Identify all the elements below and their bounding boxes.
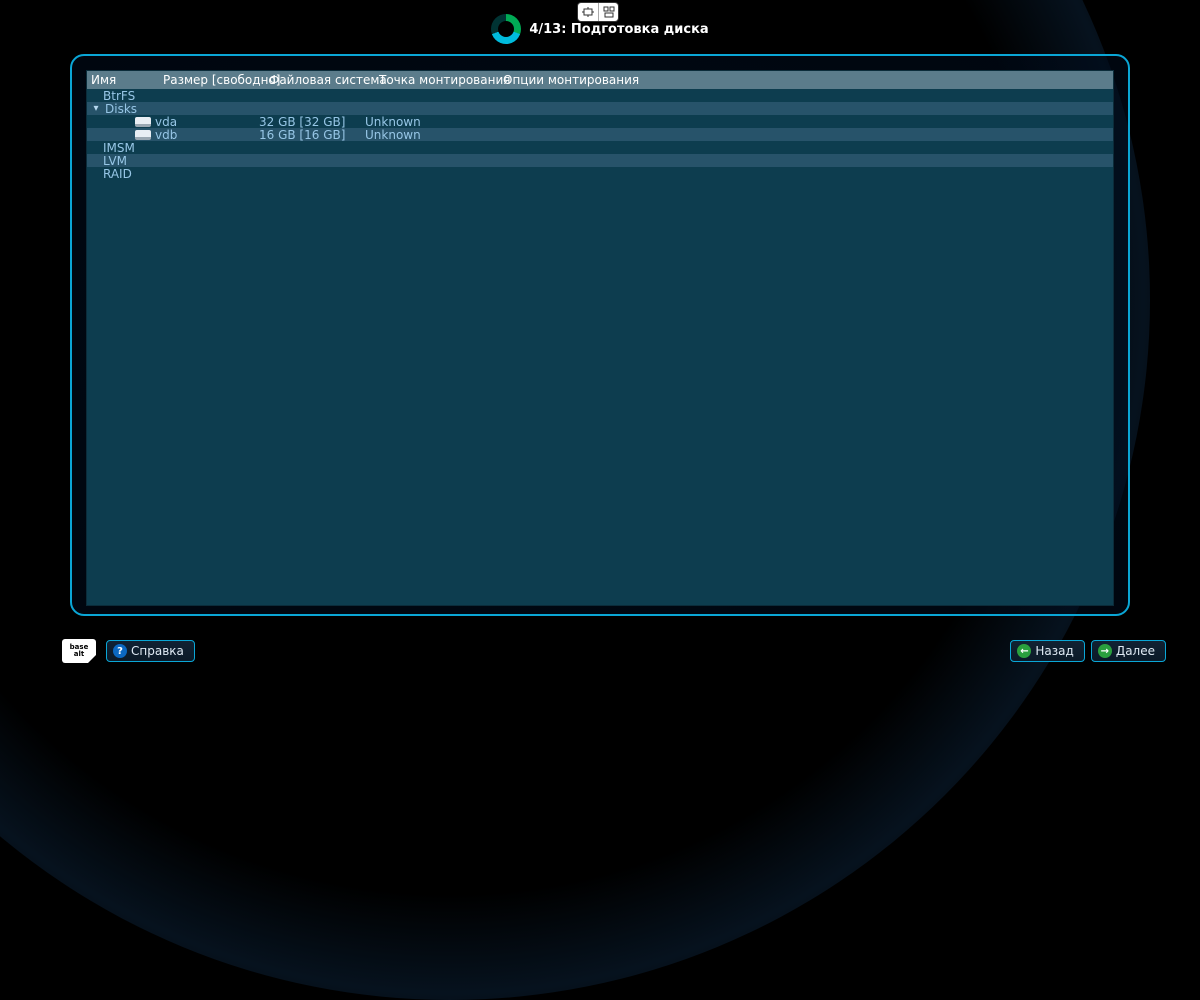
brand-logo: basealt <box>62 639 96 663</box>
raid-label: RAID <box>103 167 132 181</box>
footer: basealt ? Справка ← Назад → Далее <box>0 639 1200 663</box>
disk-icon <box>135 117 151 127</box>
help-label: Справка <box>131 644 184 658</box>
tree-rows: BtrFS ▾ Disks vda 32 GB [32 GB] Unknown <box>87 89 1113 180</box>
col-fs[interactable]: Файловая система <box>265 73 375 87</box>
main-panel: Имя Размер [свободно] Файловая система Т… <box>70 54 1130 616</box>
disk-fs: Unknown <box>365 128 475 142</box>
tree-row-raid[interactable]: RAID <box>87 167 1113 180</box>
back-button[interactable]: ← Назад <box>1010 640 1084 662</box>
disk-fs: Unknown <box>365 115 475 129</box>
tree-row-imsm[interactable]: IMSM <box>87 141 1113 154</box>
tree-header: Имя Размер [свободно] Файловая система Т… <box>87 71 1113 89</box>
lvm-label: LVM <box>103 154 127 168</box>
disk-size: 32 GB [32 GB] <box>259 115 365 129</box>
col-name[interactable]: Имя <box>87 73 159 87</box>
tree-row-disks[interactable]: ▾ Disks <box>87 102 1113 115</box>
btrfs-label: BtrFS <box>103 89 135 103</box>
col-mount-opts[interactable]: Опции монтирования <box>499 73 1113 87</box>
back-label: Назад <box>1035 644 1073 658</box>
imsm-label: IMSM <box>103 141 135 155</box>
disk-name: vda <box>155 115 177 129</box>
col-size[interactable]: Размер [свободно] <box>159 73 265 87</box>
next-label: Далее <box>1116 644 1155 658</box>
partition-tree[interactable]: Имя Размер [свободно] Файловая система Т… <box>86 70 1114 606</box>
help-icon: ? <box>113 644 127 658</box>
toolbox-icon-2[interactable] <box>598 3 618 21</box>
disk-size: 16 GB [16 GB] <box>259 128 365 142</box>
help-button[interactable]: ? Справка <box>106 640 195 662</box>
step-title: 4/13: Подготовка диска <box>529 22 708 37</box>
logo-icon <box>491 14 521 44</box>
disk-icon <box>135 130 151 140</box>
vm-toolbox <box>577 2 619 22</box>
arrow-left-icon: ← <box>1017 644 1031 658</box>
col-mount[interactable]: Точка монтирования <box>375 73 499 87</box>
arrow-right-icon: → <box>1098 644 1112 658</box>
tree-row-lvm[interactable]: LVM <box>87 154 1113 167</box>
disks-label: Disks <box>105 102 137 116</box>
tree-row-disk-vdb[interactable]: vdb 16 GB [16 GB] Unknown <box>87 128 1113 141</box>
chevron-down-icon[interactable]: ▾ <box>91 104 101 114</box>
next-button[interactable]: → Далее <box>1091 640 1166 662</box>
toolbox-icon-1[interactable] <box>578 3 598 21</box>
tree-row-disk-vda[interactable]: vda 32 GB [32 GB] Unknown <box>87 115 1113 128</box>
tree-row-btrfs[interactable]: BtrFS <box>87 89 1113 102</box>
disk-name: vdb <box>155 128 177 142</box>
